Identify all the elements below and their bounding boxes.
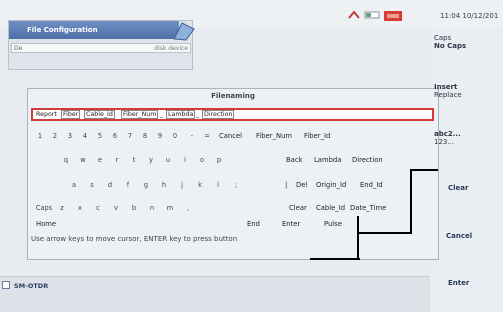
- callout-line: [410, 169, 438, 171]
- file-path-right: disk device: [154, 45, 188, 52]
- filename-segment: _: [196, 111, 200, 118]
- file-configuration-window: File Configuration De disk device: [8, 20, 195, 70]
- key[interactable]: a: [68, 178, 80, 192]
- key[interactable]: c: [92, 201, 104, 215]
- end-id-key[interactable]: End_Id: [360, 178, 383, 192]
- key[interactable]: g: [140, 178, 152, 192]
- alert-icon: [384, 11, 402, 21]
- key[interactable]: r: [111, 153, 123, 167]
- key[interactable]: d: [104, 178, 116, 192]
- key[interactable]: l: [212, 178, 224, 192]
- key[interactable]: 4: [79, 129, 91, 143]
- filename-segment: _: [160, 111, 164, 118]
- cancel-button[interactable]: Cancel: [446, 232, 472, 240]
- battery-icon: [364, 11, 380, 19]
- key[interactable]: -: [186, 129, 198, 143]
- key[interactable]: 0: [169, 129, 181, 143]
- file-path-field[interactable]: De disk device: [11, 43, 191, 53]
- clear-button[interactable]: Clear: [448, 184, 468, 192]
- key[interactable]: 2: [49, 129, 61, 143]
- clock-datetime: 11:04 10/12/201: [440, 12, 499, 20]
- enter-button[interactable]: Enter: [448, 279, 469, 287]
- key[interactable]: o: [196, 153, 208, 167]
- insert-option[interactable]: Insert: [434, 83, 457, 91]
- key[interactable]: 9: [154, 129, 166, 143]
- numeric-option[interactable]: 123...: [434, 138, 454, 146]
- callout-line: [310, 258, 360, 260]
- file-configuration-titlebar: File Configuration: [9, 21, 179, 39]
- key[interactable]: ;: [230, 178, 242, 192]
- key[interactable]: t: [128, 153, 140, 167]
- clear-key[interactable]: Clear: [289, 201, 307, 215]
- filename-input[interactable]: Report Fiber Cable_Id Fiber_Num _ Lambda…: [31, 108, 434, 121]
- filename-segment: Lambda: [166, 110, 196, 119]
- caps-key[interactable]: Caps: [34, 201, 54, 215]
- key[interactable]: =: [201, 129, 213, 143]
- filename-segment: Direction: [202, 110, 235, 119]
- key[interactable]: p: [213, 153, 225, 167]
- screen: 11:04 10/12/201 File Configuration De di…: [0, 0, 503, 312]
- abc-option[interactable]: abc2...: [434, 130, 461, 138]
- key[interactable]: f: [122, 178, 134, 192]
- key[interactable]: z: [56, 201, 68, 215]
- instruction-text: Use arrow keys to move cursor, ENTER key…: [31, 235, 238, 243]
- key[interactable]: q: [60, 153, 72, 167]
- origin-id-key[interactable]: Origin_Id: [316, 178, 346, 192]
- key[interactable]: u: [162, 153, 174, 167]
- del-key[interactable]: Del: [296, 178, 307, 192]
- lambda-key[interactable]: Lambda: [314, 153, 341, 167]
- enter-key[interactable]: Enter: [282, 217, 300, 231]
- key[interactable]: b: [128, 201, 140, 215]
- key[interactable]: k: [194, 178, 206, 192]
- caps-option[interactable]: Caps: [434, 34, 451, 42]
- date-time-key[interactable]: Date_Time: [350, 201, 386, 215]
- key[interactable]: x: [74, 201, 86, 215]
- filename-segment: Fiber: [61, 110, 81, 119]
- filename-segment: Report: [36, 111, 57, 118]
- cable-id-key[interactable]: Cable_Id: [316, 201, 345, 215]
- callout-line: [359, 232, 411, 234]
- key[interactable]: 5: [94, 129, 106, 143]
- key[interactable]: n: [146, 201, 158, 215]
- network-icon: [348, 10, 360, 19]
- fiber-num-key[interactable]: Fiber_Num: [256, 129, 292, 143]
- key[interactable]: j: [176, 178, 188, 192]
- cancel-key[interactable]: Cancel: [219, 129, 242, 143]
- file-icon: [173, 22, 195, 41]
- file-configuration-title: File Configuration: [27, 26, 98, 34]
- home-key[interactable]: Home: [36, 217, 56, 231]
- replace-option[interactable]: Replace: [434, 91, 462, 99]
- pulse-key[interactable]: Pulse: [324, 217, 342, 231]
- filenaming-dialog: Filenaming Report Fiber Cable_Id Fiber_N…: [27, 88, 439, 260]
- filename-segment: Fiber_Num: [121, 110, 159, 119]
- fiber-id-key[interactable]: Fiber_Id: [304, 129, 330, 143]
- key[interactable]: ,: [182, 201, 194, 215]
- bottom-bar: SM-OTDR: [0, 276, 430, 312]
- bar-key[interactable]: |: [285, 178, 287, 192]
- no-caps-option[interactable]: No Caps: [434, 42, 466, 50]
- key[interactable]: 3: [64, 129, 76, 143]
- key[interactable]: s: [86, 178, 98, 192]
- end-key[interactable]: End: [247, 217, 260, 231]
- callout-line: [357, 216, 359, 260]
- key[interactable]: h: [158, 178, 170, 192]
- back-key[interactable]: Back: [286, 153, 303, 167]
- direction-key[interactable]: Direction: [352, 153, 383, 167]
- callout-line: [410, 169, 412, 234]
- key[interactable]: e: [94, 153, 106, 167]
- checkbox-icon[interactable]: [2, 281, 10, 289]
- key[interactable]: 1: [34, 129, 46, 143]
- key[interactable]: 6: [109, 129, 121, 143]
- key[interactable]: v: [110, 201, 122, 215]
- key[interactable]: w: [77, 153, 89, 167]
- file-path-left: De: [14, 45, 23, 52]
- dialog-title: Filenaming: [211, 92, 255, 100]
- filename-segment: Cable_Id: [84, 110, 115, 119]
- key[interactable]: y: [145, 153, 157, 167]
- key[interactable]: m: [164, 201, 176, 215]
- key[interactable]: i: [179, 153, 191, 167]
- key[interactable]: 8: [139, 129, 151, 143]
- key[interactable]: 7: [124, 129, 136, 143]
- bottom-module-label: SM-OTDR: [14, 282, 49, 290]
